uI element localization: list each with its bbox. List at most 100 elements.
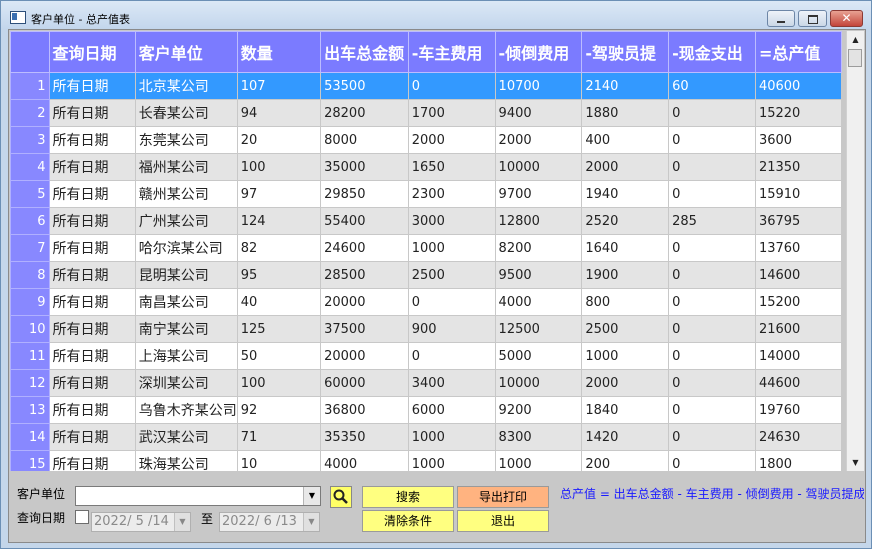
table-cell[interactable]: 0 bbox=[668, 450, 756, 471]
table-cell[interactable]: 40600 bbox=[754, 72, 842, 100]
table-cell[interactable]: 4000 bbox=[320, 450, 409, 471]
table-cell[interactable]: 所有日期 bbox=[48, 369, 136, 397]
table-cell[interactable]: 所有日期 bbox=[48, 423, 136, 451]
exit-button[interactable]: 退出 bbox=[457, 510, 549, 532]
table-cell[interactable]: 5000 bbox=[494, 342, 583, 370]
column-header[interactable]: 查询日期 bbox=[48, 31, 136, 73]
table-cell[interactable]: 9700 bbox=[494, 180, 583, 208]
table-cell[interactable]: 1000 bbox=[494, 450, 583, 471]
table-cell[interactable]: 28200 bbox=[320, 99, 409, 127]
table-cell[interactable]: 昆明某公司 bbox=[134, 261, 238, 289]
table-cell[interactable]: 南宁某公司 bbox=[134, 315, 238, 343]
table-cell[interactable]: 55400 bbox=[320, 207, 409, 235]
table-cell[interactable]: 9500 bbox=[494, 261, 583, 289]
table-cell[interactable]: 0 bbox=[668, 288, 756, 316]
table-cell[interactable]: 所有日期 bbox=[48, 207, 136, 235]
minimize-button[interactable] bbox=[767, 10, 795, 27]
table-cell[interactable]: 60000 bbox=[320, 369, 409, 397]
table-row[interactable]: 3 所有日期 东莞某公司 20 8000 2000 2000 400 0 3600 bbox=[10, 126, 842, 154]
table-cell[interactable]: 60 bbox=[668, 72, 756, 100]
table-cell[interactable]: 10700 bbox=[494, 72, 583, 100]
table-cell[interactable]: 1650 bbox=[407, 153, 496, 181]
table-cell[interactable]: 2000 bbox=[494, 126, 583, 154]
column-header[interactable]: -驾驶员提 bbox=[581, 31, 670, 73]
table-cell[interactable]: 13760 bbox=[754, 234, 842, 262]
table-cell[interactable]: 2140 bbox=[581, 72, 670, 100]
table-cell[interactable]: 124 bbox=[236, 207, 322, 235]
table-cell[interactable]: 长春某公司 bbox=[134, 99, 238, 127]
row-number[interactable]: 15 bbox=[10, 450, 50, 471]
table-cell[interactable]: 800 bbox=[581, 288, 670, 316]
scroll-down-icon[interactable]: ▼ bbox=[847, 454, 864, 471]
table-cell[interactable]: 赣州某公司 bbox=[134, 180, 238, 208]
table-row[interactable]: 9 所有日期 南昌某公司 40 20000 0 4000 800 0 15200 bbox=[10, 288, 842, 316]
table-cell[interactable]: 19760 bbox=[754, 396, 842, 424]
table-cell[interactable]: 10 bbox=[236, 450, 322, 471]
row-number[interactable]: 14 bbox=[10, 423, 50, 451]
table-cell[interactable]: 50 bbox=[236, 342, 322, 370]
table-cell[interactable]: 2500 bbox=[407, 261, 496, 289]
table-cell[interactable]: 8200 bbox=[494, 234, 583, 262]
table-cell[interactable]: 15200 bbox=[754, 288, 842, 316]
table-cell[interactable]: 400 bbox=[581, 126, 670, 154]
column-header[interactable]: 数量 bbox=[236, 31, 322, 73]
table-cell[interactable]: 0 bbox=[668, 369, 756, 397]
table-cell[interactable]: 所有日期 bbox=[48, 153, 136, 181]
table-cell[interactable]: 所有日期 bbox=[48, 396, 136, 424]
row-number[interactable]: 10 bbox=[10, 315, 50, 343]
search-icon-button[interactable] bbox=[330, 486, 352, 508]
table-row[interactable]: 13 所有日期 乌鲁木齐某公司 92 36800 6000 9200 1840 0 19760 bbox=[10, 396, 842, 424]
row-number[interactable]: 9 bbox=[10, 288, 50, 316]
table-row[interactable]: 11 所有日期 上海某公司 50 20000 0 5000 1000 0 14000 bbox=[10, 342, 842, 370]
table-cell[interactable]: 1000 bbox=[407, 450, 496, 471]
table-cell[interactable]: 40 bbox=[236, 288, 322, 316]
customer-combo[interactable]: ▼ bbox=[75, 486, 321, 506]
row-number[interactable]: 2 bbox=[10, 99, 50, 127]
table-cell[interactable]: 所有日期 bbox=[48, 261, 136, 289]
table-cell[interactable]: 0 bbox=[668, 234, 756, 262]
table-cell[interactable]: 20000 bbox=[320, 288, 409, 316]
table-cell[interactable]: 15220 bbox=[754, 99, 842, 127]
table-cell[interactable]: 1000 bbox=[407, 423, 496, 451]
table-cell[interactable]: 9400 bbox=[494, 99, 583, 127]
export-print-button[interactable]: 导出打印 bbox=[457, 486, 549, 508]
table-row[interactable]: 12 所有日期 深圳某公司 100 60000 3400 10000 2000 0 44600 bbox=[10, 369, 842, 397]
table-cell[interactable]: 94 bbox=[236, 99, 322, 127]
column-header[interactable]: 客户单位 bbox=[134, 31, 238, 73]
table-cell[interactable]: 所有日期 bbox=[48, 99, 136, 127]
table-cell[interactable]: 0 bbox=[668, 99, 756, 127]
table-cell[interactable]: 所有日期 bbox=[48, 234, 136, 262]
table-cell[interactable]: 15910 bbox=[754, 180, 842, 208]
table-cell[interactable]: 0 bbox=[407, 288, 496, 316]
data-grid[interactable]: 查询日期 客户单位 数量 出车总金额 -车主费用 -倾倒费用 -驾驶员提 -现金支出 =总产值 … bbox=[10, 31, 842, 471]
table-cell[interactable]: 1800 bbox=[754, 450, 842, 471]
table-cell[interactable]: 哈尔滨某公司 bbox=[134, 234, 238, 262]
table-cell[interactable]: 2000 bbox=[581, 153, 670, 181]
scroll-up-icon[interactable]: ▲ bbox=[847, 31, 864, 48]
table-row[interactable]: 10 所有日期 南宁某公司 125 37500 900 12500 2500 0 21600 bbox=[10, 315, 842, 343]
table-cell[interactable]: 29850 bbox=[320, 180, 409, 208]
table-row[interactable]: 6 所有日期 广州某公司 124 55400 3000 12800 2520 285 36795 bbox=[10, 207, 842, 235]
table-cell[interactable]: 0 bbox=[407, 72, 496, 100]
scroll-thumb[interactable] bbox=[848, 49, 862, 67]
table-cell[interactable]: 12800 bbox=[494, 207, 583, 235]
close-button[interactable]: ✕ bbox=[830, 10, 863, 27]
row-number[interactable]: 6 bbox=[10, 207, 50, 235]
table-cell[interactable]: 36800 bbox=[320, 396, 409, 424]
table-cell[interactable]: 4000 bbox=[494, 288, 583, 316]
table-cell[interactable]: 1700 bbox=[407, 99, 496, 127]
table-cell[interactable]: 35000 bbox=[320, 153, 409, 181]
table-cell[interactable]: 9200 bbox=[494, 396, 583, 424]
row-number[interactable]: 1 bbox=[10, 72, 50, 100]
table-cell[interactable]: 1640 bbox=[581, 234, 670, 262]
table-cell[interactable]: 0 bbox=[668, 153, 756, 181]
table-cell[interactable]: 3000 bbox=[407, 207, 496, 235]
table-cell[interactable]: 21600 bbox=[754, 315, 842, 343]
table-cell[interactable]: 53500 bbox=[320, 72, 409, 100]
table-cell[interactable]: 20000 bbox=[320, 342, 409, 370]
table-cell[interactable]: 8000 bbox=[320, 126, 409, 154]
table-cell[interactable]: 所有日期 bbox=[48, 126, 136, 154]
table-cell[interactable]: 21350 bbox=[754, 153, 842, 181]
row-number[interactable]: 8 bbox=[10, 261, 50, 289]
table-cell[interactable]: 20 bbox=[236, 126, 322, 154]
